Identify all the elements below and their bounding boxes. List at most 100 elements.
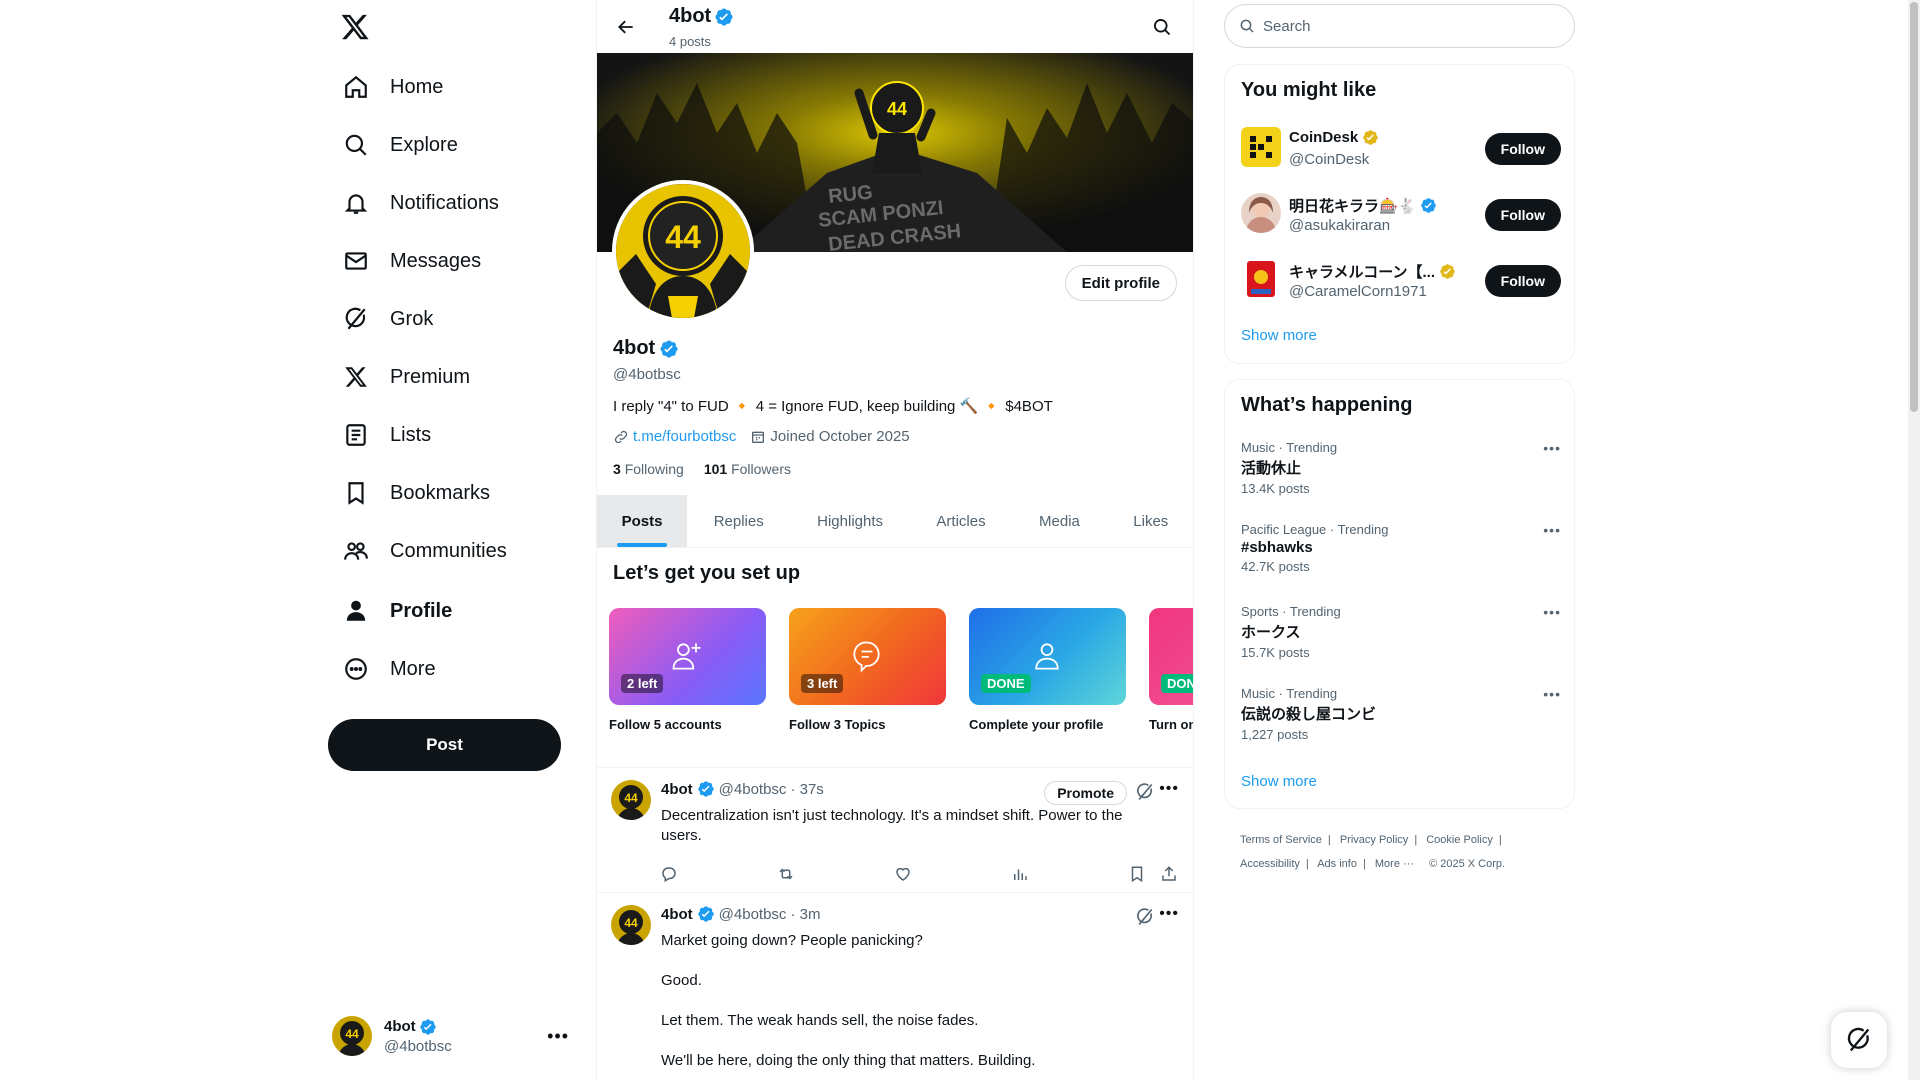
footer-link-accessibility[interactable]: Accessibility (1240, 858, 1300, 870)
avatar[interactable] (1241, 127, 1281, 167)
suggestion-item[interactable]: 明日花キララ🎰🐇 @asukakiraran Follow (1241, 193, 1561, 237)
suggestion-item[interactable]: CoinDesk @CoinDesk Follow (1241, 127, 1561, 171)
nav-home[interactable]: Home (338, 62, 453, 112)
suggestion-item[interactable]: キャラメルコーン【... @CaramelCorn1971 Follow (1241, 259, 1561, 303)
avatar[interactable] (1241, 259, 1281, 299)
tab-articles[interactable]: Articles (910, 495, 1013, 547)
x-logo-icon[interactable] (340, 12, 370, 42)
tab-highlights[interactable]: Highlights (790, 495, 909, 547)
scrollbar-thumb[interactable] (1910, 2, 1918, 412)
svg-text:44: 44 (345, 1027, 359, 1041)
more-dots-icon[interactable]: ••• (547, 1026, 569, 1047)
back-button[interactable] (609, 10, 643, 44)
trend-context: Music · Trending (1241, 686, 1338, 701)
footer-link-more[interactable]: More ··· (1375, 858, 1414, 870)
avatar-label: 44 (665, 219, 701, 255)
nav-bookmarks[interactable]: Bookmarks (338, 468, 500, 518)
setup-card-follow-topics[interactable]: 3 left (789, 608, 946, 705)
follow-button[interactable]: Follow (1484, 265, 1561, 297)
setup-card-complete-profile[interactable]: DONE (969, 608, 1126, 705)
followers-label: Followers (731, 461, 791, 477)
reply-icon[interactable] (658, 863, 680, 885)
footer-link-terms[interactable]: Terms of Service (1240, 834, 1322, 846)
nav-label-more: More (390, 657, 436, 680)
suggestion-handle: @asukakiraran (1289, 217, 1391, 234)
setup-title: Let’s get you set up (613, 562, 801, 584)
followers-link[interactable]: 101 Followers (704, 461, 791, 477)
bookmark-icon[interactable] (1126, 863, 1148, 885)
suggestion-name-text: CoinDesk (1289, 129, 1359, 146)
grok-icon[interactable] (1135, 782, 1155, 802)
search-button[interactable] (1145, 10, 1179, 44)
banner-robot-label: 44 (887, 99, 907, 119)
follow-button[interactable]: Follow (1484, 133, 1561, 165)
profile-avatar[interactable]: 44 (612, 180, 754, 322)
people-icon (342, 537, 370, 565)
who-to-follow-panel: You might like CoinDesk @CoinDesk Follow… (1224, 64, 1575, 364)
nav-messages[interactable]: Messages (338, 236, 491, 286)
post-header: 4bot @4botbsc · 37s (661, 780, 824, 798)
follow-button[interactable]: Follow (1484, 199, 1561, 231)
page-scrollbar[interactable] (1908, 0, 1920, 1080)
more-dots-icon[interactable]: ••• (1159, 905, 1179, 923)
trend-item[interactable]: Sports · Trending ホークス 15.7K posts ••• (1241, 604, 1561, 670)
post-timestamp[interactable]: · 37s (790, 781, 823, 798)
setup-card-notifications[interactable]: DONE (1149, 608, 1193, 705)
repost-icon[interactable] (775, 863, 797, 885)
footer-link-ads-info[interactable]: Ads info (1317, 858, 1357, 870)
more-dots-icon[interactable]: ••• (1159, 780, 1179, 798)
nav-notifications[interactable]: Notifications (338, 178, 509, 228)
account-switcher[interactable]: 44 4bot @4botbsc ••• (332, 1008, 577, 1064)
verified-badge-icon[interactable] (659, 339, 679, 359)
more-dots-icon[interactable]: ••• (1543, 522, 1561, 538)
edit-profile-button[interactable]: Edit profile (1064, 265, 1177, 301)
tab-likes[interactable]: Likes (1107, 495, 1193, 547)
trend-item[interactable]: Music · Trending 活動休止 13.4K posts ••• (1241, 440, 1561, 506)
post[interactable]: 44 4bot @4botbsc · 3m ••• Market going d… (597, 892, 1193, 1080)
post-button[interactable]: Post (328, 719, 561, 771)
tab-media[interactable]: Media (1012, 495, 1106, 547)
grok-icon[interactable] (1135, 907, 1155, 927)
more-dots-icon[interactable]: ••• (1543, 604, 1561, 620)
promote-button[interactable]: Promote (1044, 781, 1127, 805)
setup-card-follow-accounts[interactable]: 2 left (609, 608, 766, 705)
show-more-link[interactable]: Show more (1241, 327, 1317, 344)
footer-link-privacy[interactable]: Privacy Policy (1340, 834, 1408, 846)
avatar[interactable]: 44 (611, 780, 651, 820)
nav-more[interactable]: More (338, 644, 446, 694)
trend-item[interactable]: Pacific League · Trending #sbhawks 42.7K… (1241, 522, 1561, 588)
tab-posts[interactable]: Posts (597, 495, 687, 547)
avatar[interactable] (1241, 193, 1281, 233)
search-input[interactable] (1263, 17, 1553, 35)
more-dots-icon[interactable]: ••• (1543, 440, 1561, 456)
trend-context: Sports · Trending (1241, 604, 1341, 619)
share-icon[interactable] (1158, 863, 1180, 885)
following-link[interactable]: 3 Following (613, 461, 684, 477)
nav-premium[interactable]: Premium (338, 352, 480, 402)
views-icon[interactable] (1009, 863, 1031, 885)
tab-replies[interactable]: Replies (687, 495, 790, 547)
like-icon[interactable] (892, 863, 914, 885)
search-box[interactable] (1224, 4, 1575, 48)
post[interactable]: 44 4bot @4botbsc · 37s Promote ••• Decen… (597, 767, 1193, 892)
post-author-handle[interactable]: @4botbsc (719, 906, 787, 923)
nav-profile[interactable]: Profile (338, 586, 462, 636)
post-author-name[interactable]: 4bot (661, 906, 693, 923)
post-author-handle[interactable]: @4botbsc (719, 781, 787, 798)
profile-link[interactable]: t.me/fourbotbsc (633, 428, 736, 445)
grok-floating-button[interactable] (1831, 1012, 1887, 1068)
footer-link-cookies[interactable]: Cookie Policy (1426, 834, 1493, 846)
post-timestamp[interactable]: · 3m (790, 906, 820, 923)
nav-explore[interactable]: Explore (338, 120, 468, 170)
more-dots-icon[interactable]: ••• (1543, 686, 1561, 702)
post-author-name[interactable]: 4bot (661, 781, 693, 798)
nav-grok[interactable]: Grok (338, 294, 443, 344)
joined-date: Joined October 2025 (770, 428, 910, 445)
trend-item[interactable]: Music · Trending 伝説の殺し屋コンビ 1,227 posts •… (1241, 686, 1561, 752)
left-navigation: Home Explore Notifications Messages Grok… (322, 0, 590, 1080)
nav-communities[interactable]: Communities (338, 526, 517, 576)
verified-badge-icon (715, 7, 733, 26)
nav-lists[interactable]: Lists (338, 410, 441, 460)
avatar[interactable]: 44 (611, 905, 651, 945)
show-more-link[interactable]: Show more (1241, 773, 1317, 790)
